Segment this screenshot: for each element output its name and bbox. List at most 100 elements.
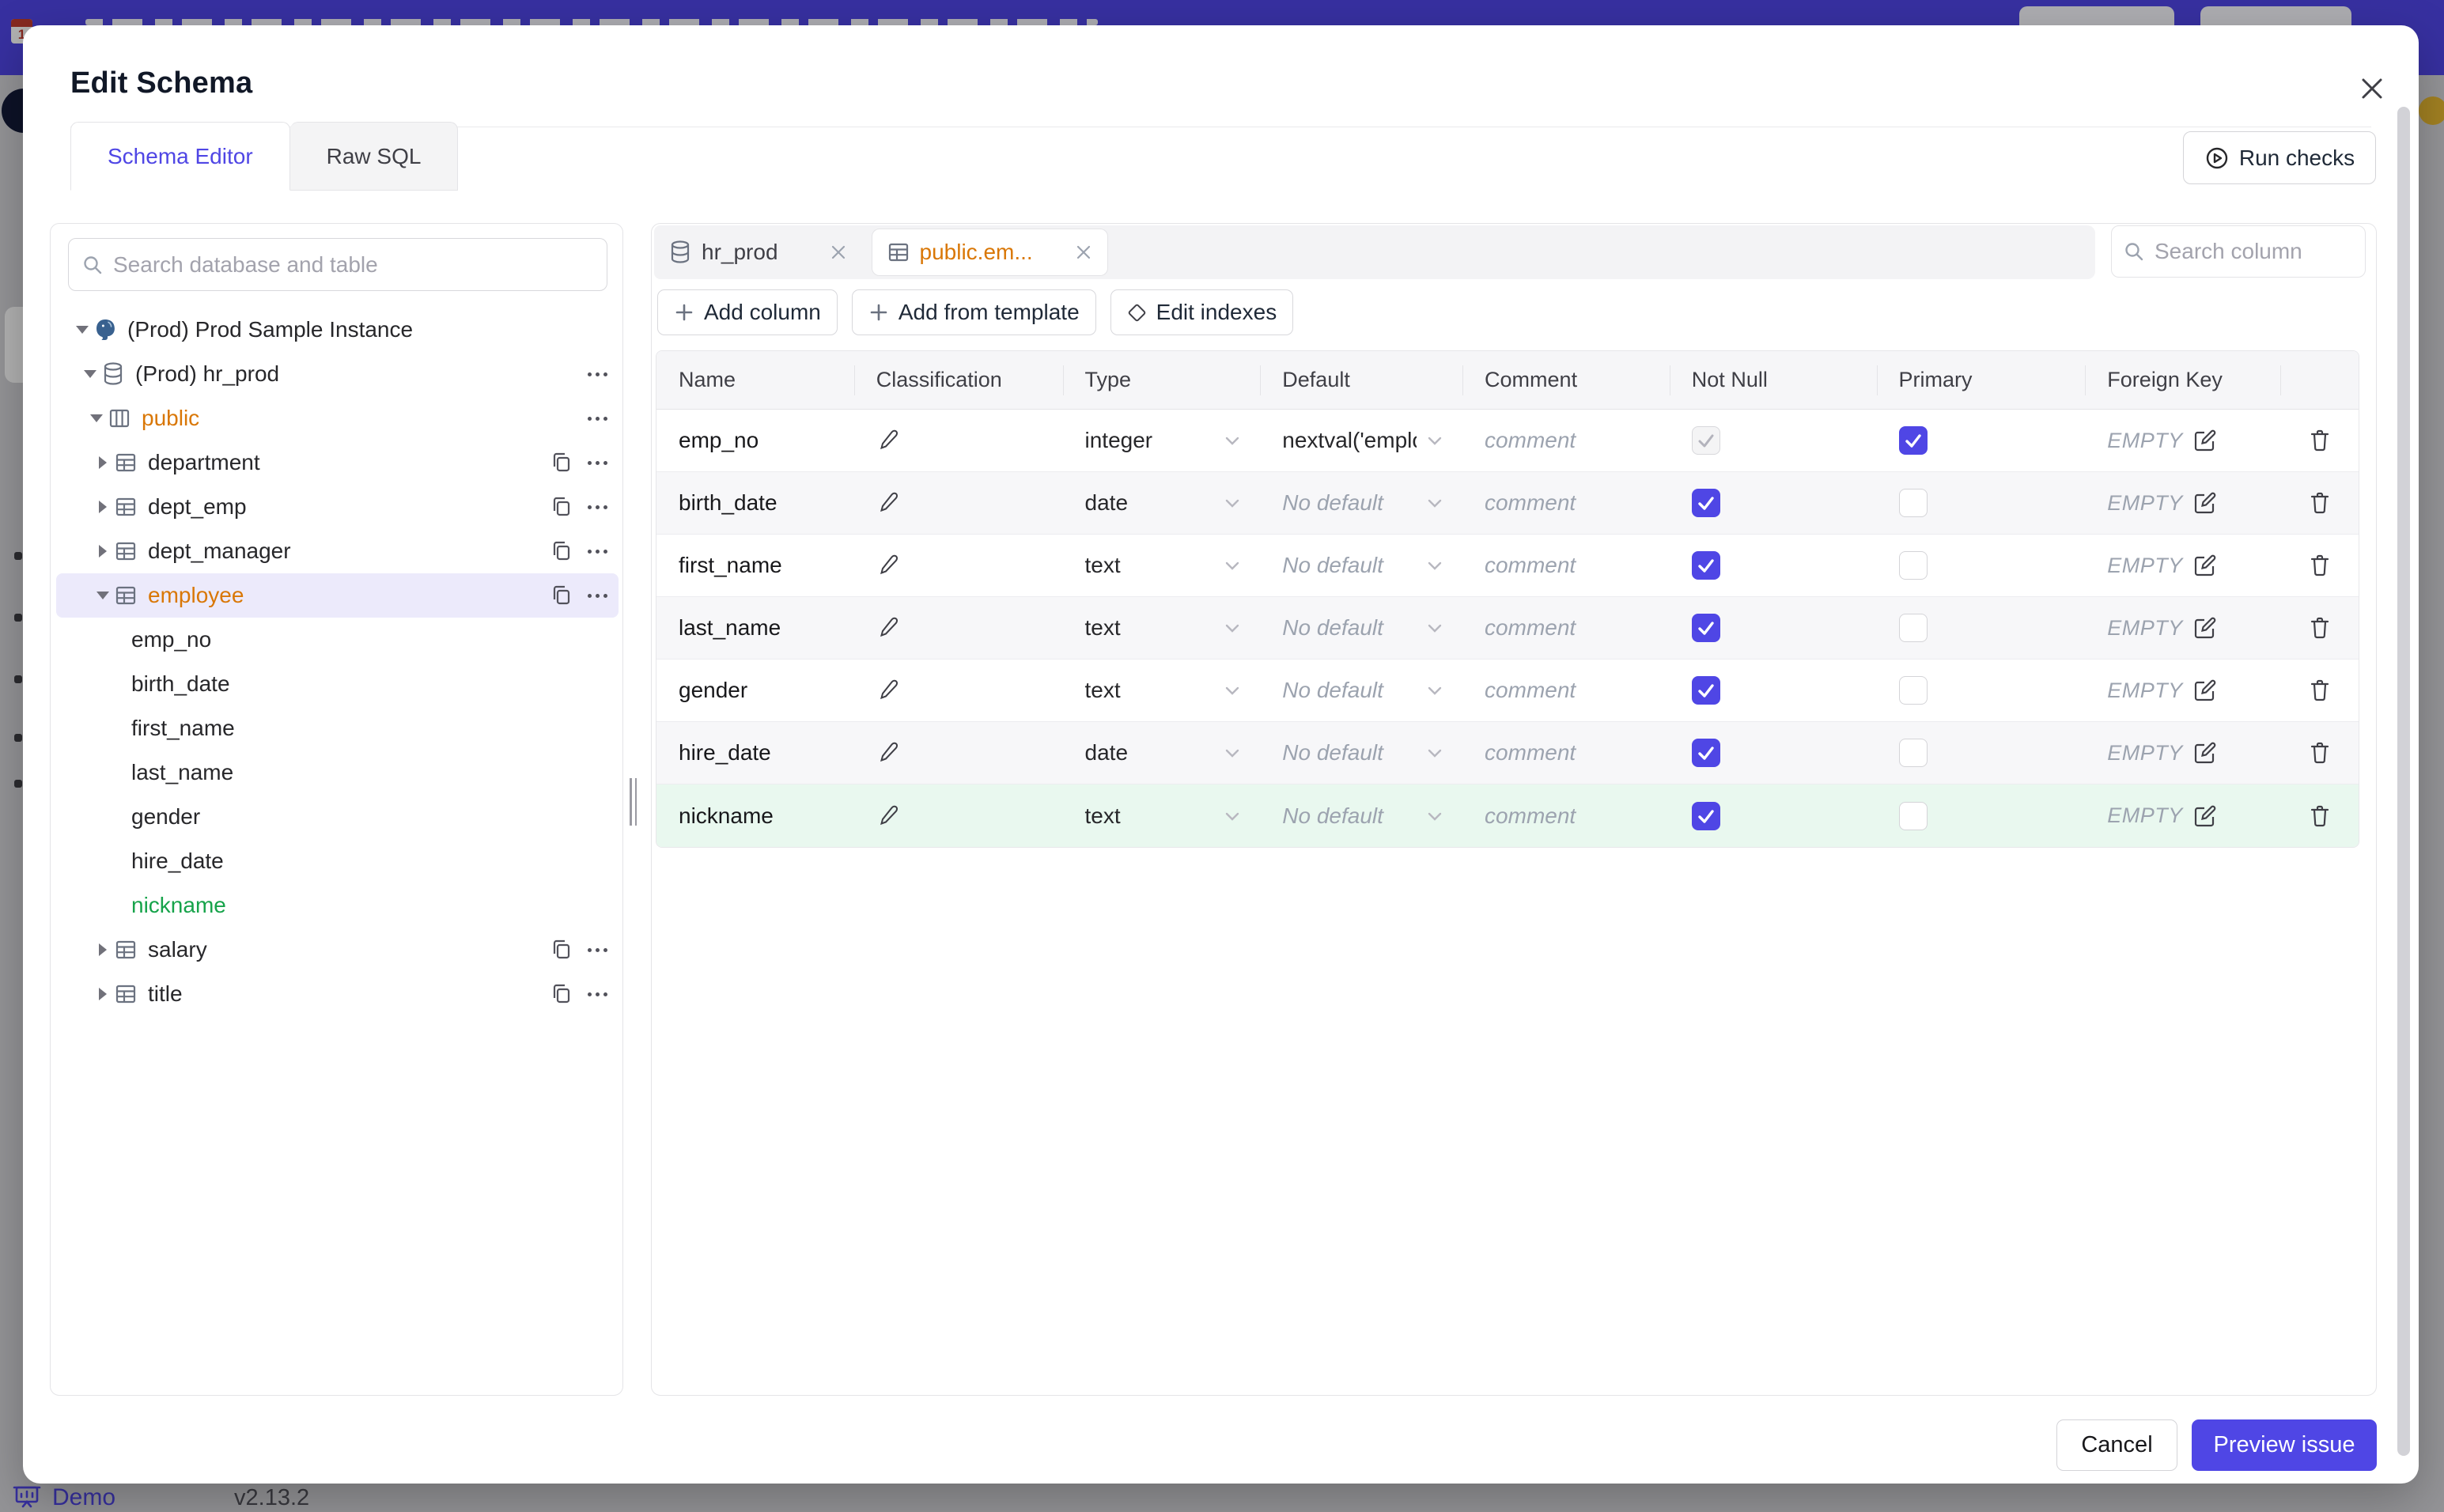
pencil-icon[interactable]	[876, 804, 900, 828]
tree-item-nickname[interactable]: nickname	[56, 883, 619, 928]
add-from-template-button[interactable]: Add from template	[851, 289, 1096, 335]
column-name-field[interactable]: last_name	[656, 597, 854, 659]
trash-icon[interactable]	[2308, 678, 2332, 703]
comment-field[interactable]: comment	[1462, 784, 1670, 847]
primary-checkbox[interactable]	[1898, 426, 1928, 455]
pencil-icon[interactable]	[876, 554, 900, 577]
type-select[interactable]: text	[1063, 597, 1261, 659]
trash-icon[interactable]	[2308, 553, 2332, 578]
tree-item-gender[interactable]: gender	[56, 795, 619, 839]
trash-icon[interactable]	[2308, 428, 2332, 453]
tree-item--prod-prod-sample-instance[interactable]: (Prod) Prod Sample Instance	[56, 308, 619, 352]
not-null-checkbox[interactable]	[1691, 801, 1720, 830]
foreign-key-editor[interactable]: EMPTY	[2107, 740, 2218, 765]
type-select[interactable]: text	[1063, 535, 1261, 596]
comment-field[interactable]: comment	[1462, 535, 1670, 596]
tree-item-dept-emp[interactable]: dept_emp	[56, 485, 619, 529]
pencil-icon[interactable]	[876, 429, 900, 452]
comment-field[interactable]: comment	[1462, 722, 1670, 784]
tab-raw-sql[interactable]: Raw SQL	[289, 122, 459, 191]
column-name-field[interactable]: hire_date	[656, 722, 854, 784]
preview-issue-button[interactable]: Preview issue	[2192, 1419, 2377, 1471]
modal-scrollbar[interactable]	[2397, 107, 2410, 1456]
editor-tab-public-em-[interactable]: public.em...	[871, 229, 1108, 276]
comment-field[interactable]: comment	[1462, 660, 1670, 721]
pencil-icon[interactable]	[876, 616, 900, 640]
not-null-checkbox[interactable]	[1691, 676, 1720, 705]
type-select[interactable]: integer	[1063, 410, 1261, 471]
primary-checkbox[interactable]	[1898, 739, 1928, 767]
column-name-field[interactable]: first_name	[656, 535, 854, 596]
foreign-key-editor[interactable]: EMPTY	[2107, 615, 2218, 641]
column-name-field[interactable]: emp_no	[656, 410, 854, 471]
more-menu-icon[interactable]	[588, 505, 607, 509]
tree-item-birth-date[interactable]: birth_date	[56, 662, 619, 706]
copy-icon[interactable]	[550, 938, 573, 962]
caret-down-icon[interactable]	[86, 414, 107, 422]
not-null-checkbox[interactable]	[1691, 739, 1720, 767]
tree-search-input[interactable]	[113, 251, 594, 278]
comment-field[interactable]: comment	[1462, 472, 1670, 534]
default-select[interactable]: nextval('employ	[1260, 410, 1462, 471]
comment-field[interactable]: comment	[1462, 410, 1670, 471]
more-menu-icon[interactable]	[588, 593, 607, 598]
caret-down-icon[interactable]	[80, 370, 100, 378]
tree-item-first-name[interactable]: first_name	[56, 706, 619, 750]
edit-indexes-button[interactable]: Edit indexes	[1110, 289, 1294, 335]
caret-down-icon[interactable]	[72, 326, 93, 334]
pencil-icon[interactable]	[876, 491, 900, 515]
copy-icon[interactable]	[550, 584, 573, 607]
caret-right-icon[interactable]	[93, 456, 113, 469]
column-name-field[interactable]: birth_date	[656, 472, 854, 534]
not-null-checkbox[interactable]	[1691, 614, 1720, 642]
add-column-button[interactable]: Add column	[657, 289, 838, 335]
more-menu-icon[interactable]	[588, 460, 607, 465]
foreign-key-editor[interactable]: EMPTY	[2107, 678, 2218, 703]
primary-checkbox[interactable]	[1898, 489, 1928, 517]
copy-icon[interactable]	[550, 982, 573, 1006]
close-tab-icon[interactable]	[829, 243, 848, 262]
cancel-button[interactable]: Cancel	[2056, 1419, 2177, 1471]
run-checks-button[interactable]: Run checks	[2183, 131, 2376, 184]
tree-item--prod-hr-prod[interactable]: (Prod) hr_prod	[56, 352, 619, 396]
tab-schema-editor[interactable]: Schema Editor	[70, 122, 290, 191]
panel-resize-handle[interactable]	[630, 778, 637, 826]
primary-checkbox[interactable]	[1898, 676, 1928, 705]
more-menu-icon[interactable]	[588, 416, 607, 421]
tree-item-title[interactable]: title	[56, 972, 619, 1016]
close-tab-icon[interactable]	[1074, 243, 1093, 262]
default-select[interactable]: No default	[1260, 784, 1462, 847]
caret-down-icon[interactable]	[93, 592, 113, 599]
column-name-field[interactable]: nickname	[656, 784, 854, 847]
type-select[interactable]: date	[1063, 722, 1261, 784]
type-select[interactable]: date	[1063, 472, 1261, 534]
comment-field[interactable]: comment	[1462, 597, 1670, 659]
close-icon[interactable]	[2353, 70, 2391, 108]
foreign-key-editor[interactable]: EMPTY	[2107, 803, 2218, 829]
caret-right-icon[interactable]	[93, 545, 113, 558]
tree-item-employee[interactable]: employee	[56, 573, 619, 618]
tree-item-last-name[interactable]: last_name	[56, 750, 619, 795]
editor-tab-hr-prod[interactable]: hr_prod	[654, 225, 862, 279]
caret-right-icon[interactable]	[93, 943, 113, 956]
copy-icon[interactable]	[550, 495, 573, 519]
copy-icon[interactable]	[550, 451, 573, 474]
caret-right-icon[interactable]	[93, 501, 113, 513]
default-select[interactable]: No default	[1260, 597, 1462, 659]
default-select[interactable]: No default	[1260, 535, 1462, 596]
pencil-icon[interactable]	[876, 741, 900, 765]
more-menu-icon[interactable]	[588, 372, 607, 376]
foreign-key-editor[interactable]: EMPTY	[2107, 490, 2218, 516]
tree-item-dept-manager[interactable]: dept_manager	[56, 529, 619, 573]
trash-icon[interactable]	[2308, 490, 2332, 516]
trash-icon[interactable]	[2308, 803, 2332, 829]
primary-checkbox[interactable]	[1898, 551, 1928, 580]
type-select[interactable]: text	[1063, 784, 1261, 847]
tree-item-emp-no[interactable]: emp_no	[56, 618, 619, 662]
pencil-icon[interactable]	[876, 679, 900, 702]
trash-icon[interactable]	[2308, 615, 2332, 641]
column-name-field[interactable]: gender	[656, 660, 854, 721]
copy-icon[interactable]	[550, 539, 573, 563]
foreign-key-editor[interactable]: EMPTY	[2107, 428, 2218, 453]
default-select[interactable]: No default	[1260, 472, 1462, 534]
